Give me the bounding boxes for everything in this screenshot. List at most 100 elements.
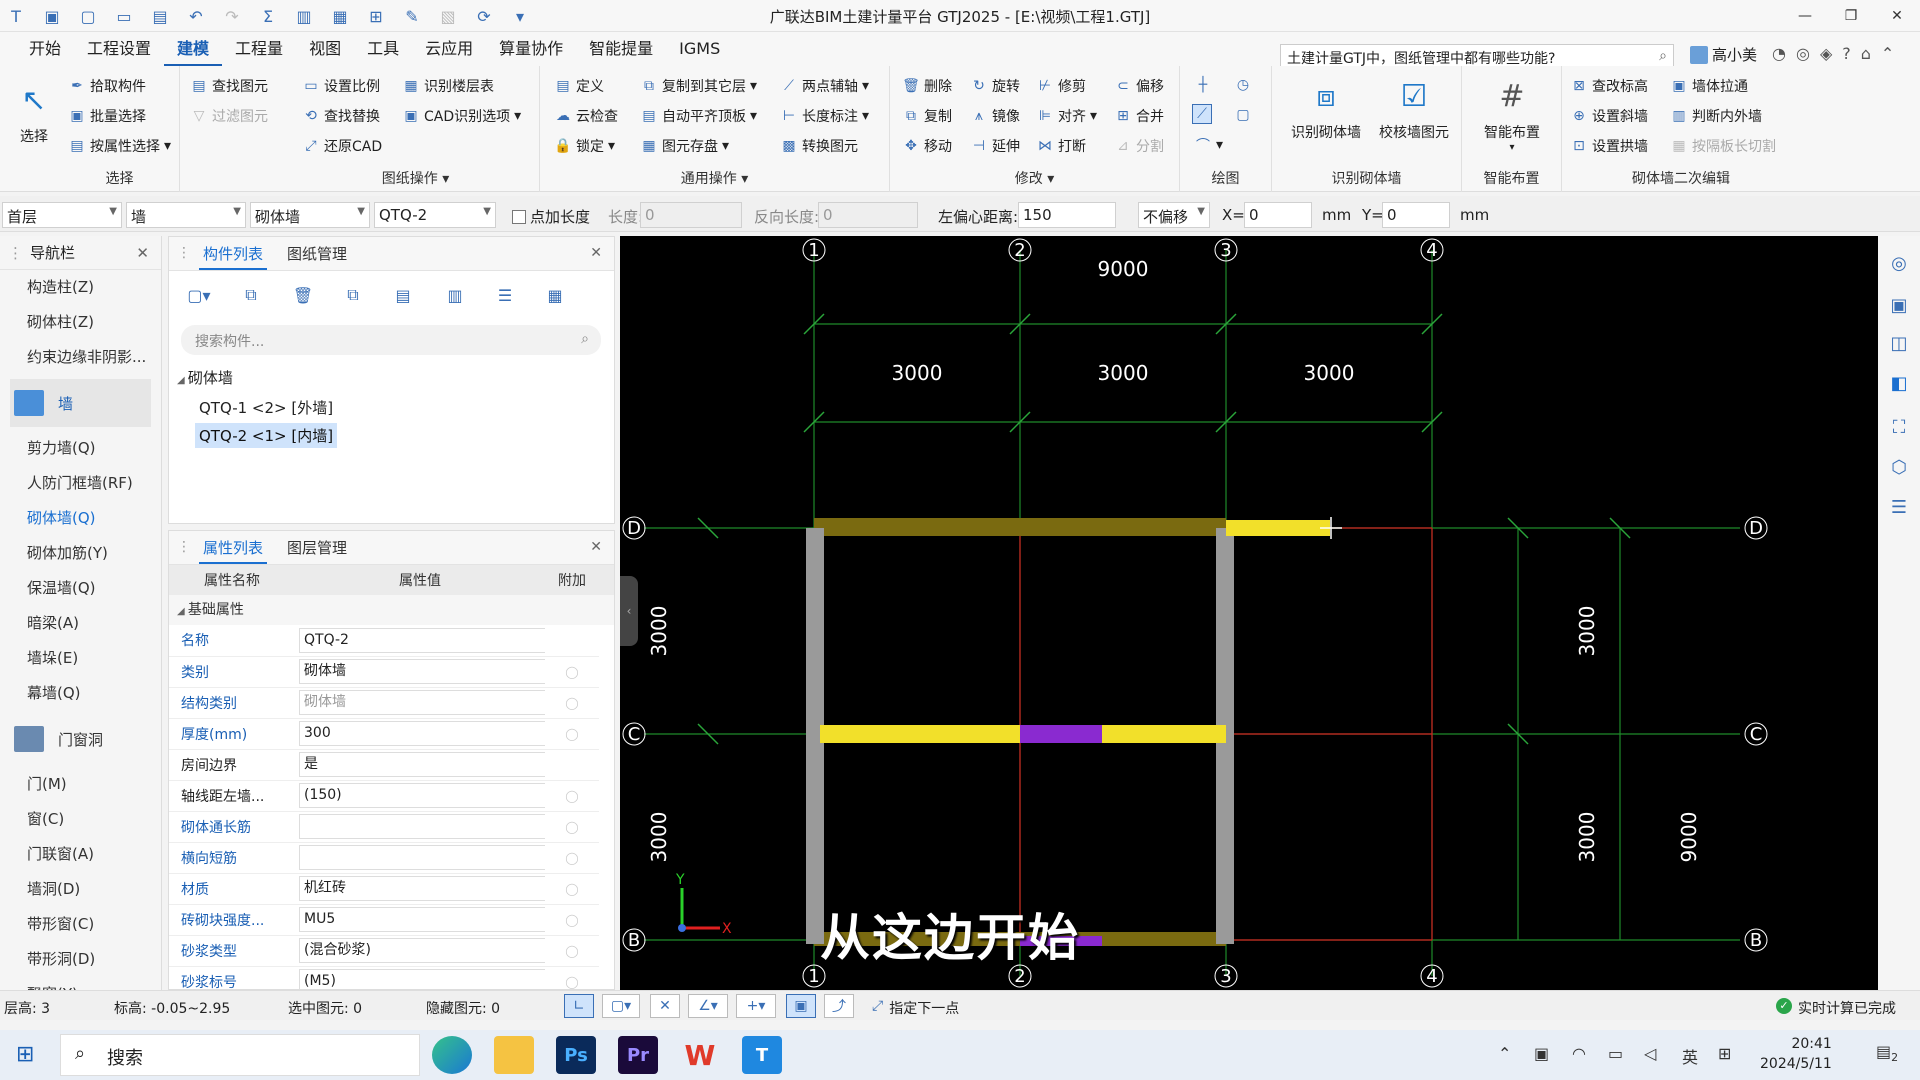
define-button[interactable]: ▤ 定义 <box>554 76 604 96</box>
ime-mode-icon[interactable]: ⊞ <box>1718 1044 1731 1063</box>
extend-button[interactable]: ⊣ 延伸 <box>970 136 1020 156</box>
element-save-button[interactable]: ▦ 图元存盘 ▾ <box>640 136 729 156</box>
attach-checkbox[interactable]: ◯ <box>545 687 599 719</box>
filter-element-button[interactable]: ▽ 过滤图元 <box>190 106 268 126</box>
nav-category-wall[interactable]: 墙 <box>10 379 151 427</box>
nav-item-hidden-beam[interactable]: 暗梁(A) <box>0 606 161 641</box>
export-icon[interactable]: ▥ <box>443 283 467 307</box>
section-basic-props[interactable]: ◢ 基础属性 <box>169 595 614 625</box>
nav-item-shear-wall[interactable]: 剪力墙(Q) <box>0 431 161 466</box>
find-replace-button[interactable]: ⟲ 查找替换 <box>302 106 380 126</box>
floor-select[interactable]: 首层 ▼ <box>2 202 122 228</box>
attach-checkbox[interactable]: ◯ <box>545 780 599 812</box>
panel-collapse-handle[interactable]: ‹ <box>620 576 638 646</box>
nav-item-strip-window[interactable]: 带形窗(C) <box>0 907 161 942</box>
drawing-canvas[interactable]: 1 2 3 4 1 2 3 4 D C B D C B 9000 3000 30… <box>620 236 1878 990</box>
tree-root[interactable]: ◢ 砌体墙 <box>177 367 233 388</box>
rev-length-input[interactable]: 0 <box>818 202 918 228</box>
menu-smart[interactable]: 智能提量 <box>576 32 666 66</box>
menu-modeling[interactable]: 建模 <box>164 32 223 66</box>
attach-checkbox[interactable]: ◯ <box>545 718 599 750</box>
dimension-button[interactable]: ⊢ 长度标注 ▾ <box>780 106 869 126</box>
offset-input[interactable]: 150 <box>1018 202 1116 228</box>
identify-floor-table-button[interactable]: ▦ 识别楼层表 <box>402 76 494 96</box>
nav-item-bay-window[interactable]: 飘窗(Y) <box>0 977 161 991</box>
split-button[interactable]: ⊿ 分割 <box>1114 136 1164 156</box>
close-icon[interactable]: ✕ <box>590 245 602 261</box>
import-icon[interactable]: ▤ <box>391 283 415 307</box>
dynamic-input-toggle[interactable]: +▾ <box>736 994 776 1018</box>
lock-button[interactable]: 🔒 锁定 ▾ <box>554 136 615 156</box>
nav-item-civil-defense-wall[interactable]: 人防门框墙(RF) <box>0 466 161 501</box>
group-label-modify[interactable]: 修改 ▾ <box>890 168 1179 188</box>
tab-component-list[interactable]: 构件列表 <box>199 237 268 270</box>
plan-drawing[interactable]: 1 2 3 4 1 2 3 4 D C B D C B 9000 3000 30… <box>620 236 1878 990</box>
user-account[interactable]: 高小美 <box>1690 44 1757 65</box>
close-icon[interactable]: ✕ <box>136 236 149 270</box>
two-point-axis-button[interactable]: ⟋ 两点辅轴 ▾ <box>780 76 869 96</box>
delete-component-icon[interactable]: 🗑 <box>291 283 315 307</box>
attach-checkbox[interactable]: ◯ <box>545 904 599 936</box>
view-cube-icon[interactable]: ⬡ <box>1886 454 1912 480</box>
nav-item-construction-column[interactable]: 构造柱(Z) <box>0 270 161 305</box>
cloud-check-button[interactable]: ☁ 云检查 <box>554 106 618 126</box>
attach-checkbox[interactable]: ◯ <box>545 842 599 874</box>
menu-start[interactable]: 开始 <box>16 32 74 66</box>
merge-button[interactable]: ⊞ 合并 <box>1114 106 1164 126</box>
snap-toggle[interactable]: ▢▾ <box>602 994 640 1018</box>
restore-cad-button[interactable]: ⤢ 还原CAD <box>302 136 382 156</box>
wifi-icon[interactable]: ◠ <box>1572 1044 1586 1063</box>
menu-collab[interactable]: 算量协作 <box>486 32 576 66</box>
skin-icon[interactable]: ◈ <box>1820 44 1832 63</box>
tree-item-qtq2[interactable]: QTQ-2 <1> [内墙] <box>195 423 338 448</box>
set-scale-button[interactable]: ▭ 设置比例 <box>302 76 380 96</box>
rect-button[interactable]: ▢ <box>1234 106 1252 124</box>
move-button[interactable]: ✥ 移动 <box>902 136 952 156</box>
minimize-button[interactable]: — <box>1782 0 1828 32</box>
prop-value-input[interactable]: (M5) <box>299 969 545 989</box>
angle-toggle[interactable]: ∠▾ <box>688 994 728 1018</box>
trim-button[interactable]: ⊬ 修剪 <box>1036 76 1086 96</box>
prop-value-input[interactable]: 机红砖 <box>299 876 545 901</box>
menu-cloud[interactable]: 云应用 <box>412 32 486 66</box>
length-input[interactable]: 0 <box>640 202 742 228</box>
prop-value-input[interactable]: (150) <box>299 783 545 808</box>
pick-component-button[interactable]: ✒ 拾取构件 <box>68 76 146 96</box>
properties-icon[interactable]: ▦ <box>543 283 567 307</box>
group-label-general[interactable]: 通用操作 ▾ <box>540 168 889 188</box>
orbit-icon[interactable]: ◎ <box>1886 250 1912 276</box>
check-wall-button[interactable]: ☑ 校核墙图元 <box>1372 74 1456 142</box>
attach-checkbox[interactable]: ◯ <box>545 966 599 989</box>
change-elevation-button[interactable]: ⊠ 查改标高 <box>1570 76 1648 96</box>
subtype-select[interactable]: 砌体墙 ▼ <box>250 202 370 228</box>
ortho-toggle[interactable]: ∟ <box>564 994 594 1018</box>
3d-view-icon[interactable]: ▣ <box>1886 292 1912 318</box>
prop-value-input[interactable]: 砌体墙 <box>299 690 545 715</box>
fullscreen-icon[interactable]: ⛶ <box>1886 414 1912 440</box>
arc-button[interactable]: ⌒ ▾ <box>1194 136 1223 154</box>
offset-mode-select[interactable]: 不偏移 ▼ <box>1138 202 1210 228</box>
prop-value-input[interactable]: 砌体墙 <box>299 659 545 684</box>
cross-snap-toggle[interactable]: ✕ <box>650 994 680 1018</box>
add-length-checkbox[interactable]: 点加长度 <box>512 206 590 227</box>
line-button[interactable]: ⟋ <box>1192 104 1212 124</box>
attach-checkbox[interactable]: ◯ <box>545 656 599 688</box>
break-button[interactable]: ⋈ 打断 <box>1036 136 1086 156</box>
copy-component-icon[interactable]: ⧉ <box>239 283 263 307</box>
prop-value-input[interactable]: QTQ-2 <box>299 627 545 653</box>
nav-item-masonry-rebar[interactable]: 砌体加筋(Y) <box>0 536 161 571</box>
cad-options-button[interactable]: ▣ CAD识别选项 ▾ <box>402 106 521 126</box>
list-icon[interactable]: ☰ <box>493 283 517 307</box>
ime-language[interactable]: 英 <box>1682 1044 1698 1068</box>
y-input[interactable]: 0 <box>1382 202 1450 228</box>
prop-value-input[interactable]: (混合砂浆) <box>299 938 545 963</box>
nav-item-curtain-wall[interactable]: 幕墙(Q) <box>0 676 161 711</box>
track-toggle[interactable]: ⤴ <box>824 994 854 1018</box>
point-button[interactable]: ┼ <box>1194 76 1212 94</box>
windows-start-icon[interactable]: ⊞ <box>16 1042 42 1068</box>
nav-item-masonry-column[interactable]: 砌体柱(Z) <box>0 305 161 340</box>
volume-icon[interactable]: ◁ <box>1644 1044 1656 1063</box>
close-button[interactable]: ✕ <box>1874 0 1920 32</box>
nav-item-insulation-wall[interactable]: 保温墙(Q) <box>0 571 161 606</box>
file-explorer-icon[interactable] <box>494 1036 534 1074</box>
